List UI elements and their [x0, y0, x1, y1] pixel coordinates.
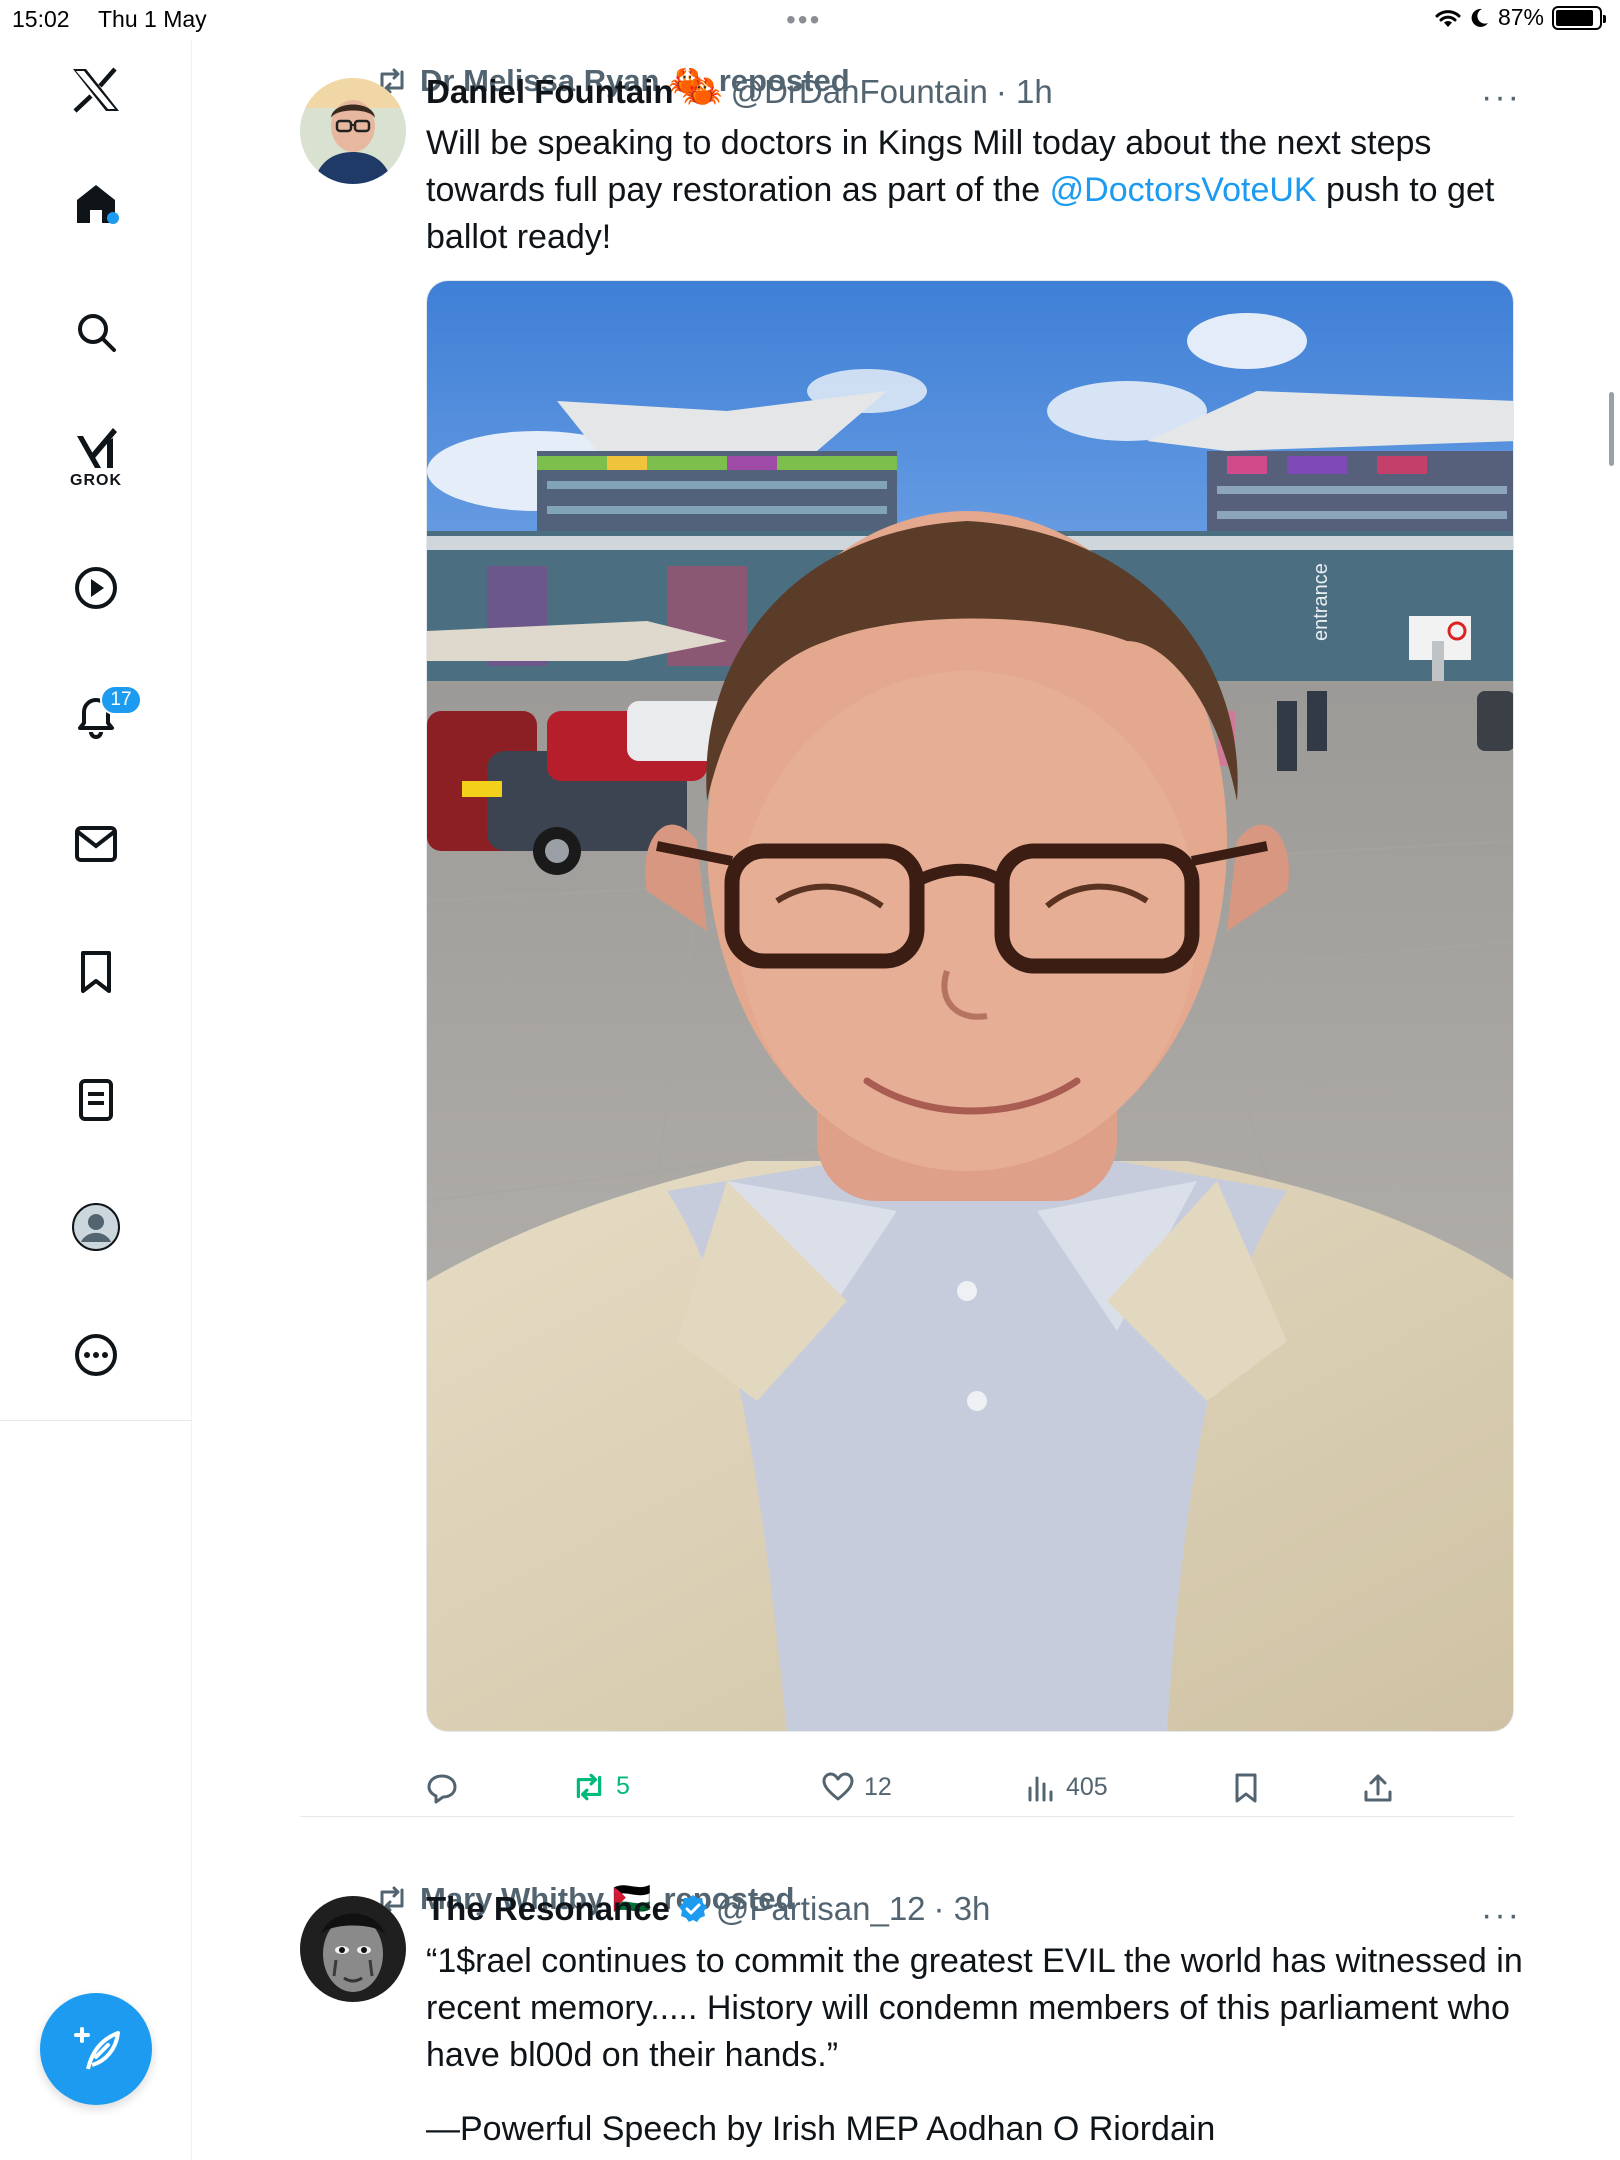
sidebar-item-home[interactable] [66, 174, 126, 234]
tweet-actions: 5 12 405 [426, 1772, 1526, 1812]
sidebar-item-bookmarks[interactable] [66, 942, 126, 1002]
sidebar-item-messages[interactable] [66, 814, 126, 874]
grok-label: GROK [70, 472, 122, 489]
wifi-icon [1435, 9, 1461, 27]
avatar[interactable] [300, 1896, 406, 2002]
battery-percent: 87% [1497, 4, 1544, 30]
bookmark-icon [1235, 1773, 1257, 1803]
share-button[interactable] [1362, 1772, 1394, 1804]
views-count: 405 [1066, 1772, 1108, 1801]
reply-icon [427, 1774, 457, 1804]
home-unread-dot [107, 212, 119, 224]
tweet-more-button[interactable]: ··· [1481, 1896, 1521, 1935]
play-icon [75, 567, 117, 609]
views-icon [1028, 1776, 1053, 1802]
avatar-icon [72, 1203, 120, 1251]
status-time: 15:02 [12, 6, 70, 32]
sidebar-item-more[interactable] [66, 1325, 126, 1385]
avatar[interactable] [300, 78, 406, 184]
sidebar-item-explore[interactable] [66, 302, 126, 362]
tweet-text: “1$rael continues to commit the greatest… [426, 1942, 1523, 2074]
compose-button[interactable] [40, 1993, 152, 2105]
tweet-time[interactable]: · 1h [996, 73, 1053, 111]
status-indicators: 87% [1434, 4, 1606, 31]
compose-icon [74, 2027, 120, 2070]
repost-count: 5 [616, 1772, 630, 1800]
sidebar-item-profile[interactable] [66, 1197, 126, 1257]
status-bar: 15:02 Thu 1 May ••• 87% [0, 0, 1620, 40]
author-emoji: 🦀 [681, 72, 723, 109]
timeline: Dr Melissa Ryan 🦀 reposted Daniel Founta… [192, 40, 1620, 2160]
heart-icon [822, 1772, 854, 1801]
multitasking-dots-icon[interactable]: ••• [786, 4, 821, 36]
repost-icon [576, 1773, 602, 1800]
bookmark-button[interactable] [1232, 1772, 1260, 1804]
verified-badge-icon [678, 1895, 707, 1922]
battery-level [1556, 9, 1593, 26]
bookmark-icon [81, 951, 111, 993]
sidebar-item-video[interactable] [66, 558, 126, 618]
sidebar-item-lists[interactable] [66, 1070, 126, 1130]
author-handle[interactable]: @Partisan_12 [716, 1890, 926, 1928]
sidebar-item-grok[interactable]: GROK [66, 420, 126, 494]
tweet-header: The Resonance @Partisan_12 · 3h [426, 1890, 990, 1928]
more-icon [75, 1334, 117, 1376]
views-button[interactable]: 405 [1026, 1772, 1108, 1802]
battery-icon [1552, 5, 1606, 30]
status-date: Thu 1 May [98, 6, 207, 32]
list-icon [79, 1079, 113, 1121]
tweet-separator [300, 1816, 1514, 1817]
x-logo-icon[interactable] [66, 60, 126, 120]
notifications-badge: 17 [100, 685, 142, 715]
author-handle[interactable]: @DrDanFountain [731, 73, 988, 111]
repost-button[interactable]: 5 [572, 1772, 630, 1801]
reply-button[interactable] [426, 1772, 468, 1804]
author-name[interactable]: The Resonance [426, 1890, 670, 1928]
mention-link[interactable]: @DoctorsVoteUK [1050, 171, 1317, 209]
tweet-more-button[interactable]: ··· [1481, 78, 1521, 117]
tweet-time[interactable]: · 3h [934, 1890, 991, 1928]
author-name[interactable]: Daniel Fountain [426, 73, 674, 111]
tweet-text: Will be speaking to doctors in Kings Mil… [426, 120, 1526, 261]
mail-icon [75, 826, 117, 862]
moon-icon [1471, 8, 1488, 27]
sidebar: GROK 17 [0, 40, 192, 2160]
entrance-sign: entrance [1310, 563, 1332, 641]
sidebar-divider [0, 1420, 192, 1421]
like-count: 12 [864, 1772, 892, 1801]
search-icon [78, 314, 116, 352]
tweet-text-attribution: —Powerful Speech by Irish MEP Aodhan O R… [426, 2110, 1216, 2148]
tweet-photo[interactable]: entrance [426, 280, 1514, 1732]
like-button[interactable]: 12 [822, 1772, 892, 1802]
tweet-header: Daniel Fountain 🦀 @DrDanFountain · 1h [426, 72, 1053, 111]
grok-icon [77, 428, 117, 468]
share-icon [1364, 1774, 1392, 1802]
